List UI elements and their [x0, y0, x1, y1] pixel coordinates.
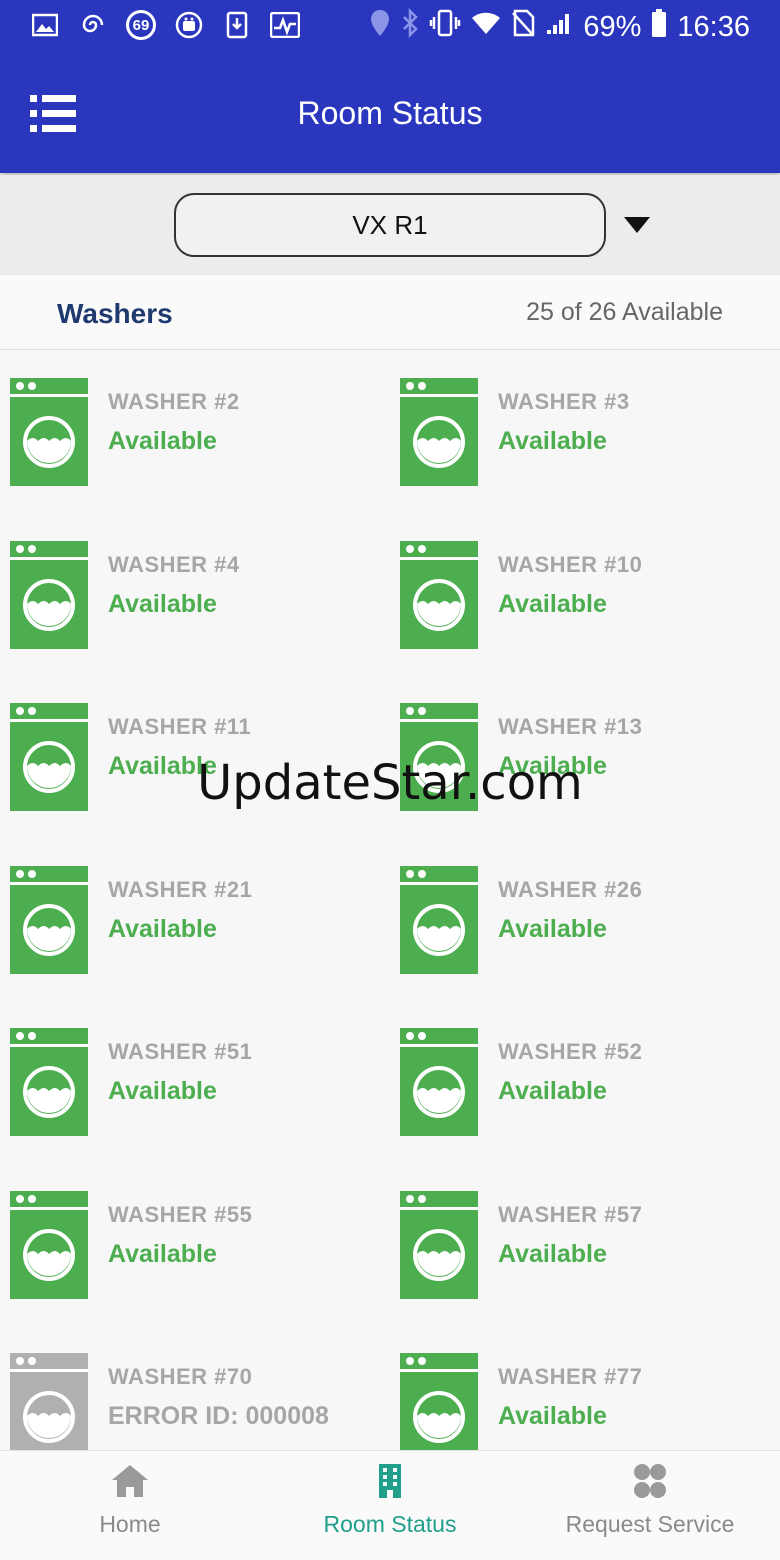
signal-icon: [545, 10, 573, 44]
machine-status: Available: [108, 1240, 217, 1268]
machine-card[interactable]: WASHER #10 Available: [390, 514, 770, 664]
section-title: Washers: [57, 298, 173, 329]
machine-name: WASHER #70: [108, 1364, 253, 1389]
building-icon: [370, 1463, 410, 1499]
room-select[interactable]: VX R1: [174, 193, 606, 257]
machine-card[interactable]: WASHER #52 Available: [390, 1001, 770, 1151]
machine-status: Available: [498, 427, 607, 455]
machine-card[interactable]: WASHER #26 Available: [390, 839, 770, 989]
machine-name: WASHER #2: [108, 389, 240, 414]
machine-status: Available: [498, 590, 607, 618]
clock: 16:36: [677, 10, 750, 43]
download-icon: [222, 10, 252, 40]
battery-percent: 69%: [583, 10, 642, 43]
vibrate-icon: [429, 8, 461, 46]
dropdown-arrow-icon[interactable]: [624, 217, 650, 233]
wifi-icon: [471, 10, 501, 44]
washer-icon: [400, 541, 478, 649]
machine-error-status: ERROR ID: 000008: [108, 1402, 329, 1430]
notification-count-badge: 69: [126, 10, 156, 40]
machine-card[interactable]: WASHER #13 Available: [390, 676, 770, 826]
swirl-icon: [78, 10, 108, 40]
machine-name: WASHER #21: [108, 877, 253, 902]
bottom-navigation: Home Room Status Request Service: [0, 1450, 780, 1560]
home-icon: [110, 1463, 150, 1499]
machine-card[interactable]: WASHER #4 Available: [0, 514, 380, 664]
machine-status: Available: [108, 1077, 217, 1105]
machine-card[interactable]: WASHER #2 Available: [0, 351, 380, 501]
machine-card[interactable]: WASHER #57 Available: [390, 1164, 770, 1314]
machine-name: WASHER #57: [498, 1202, 643, 1227]
machine-status: Available: [108, 427, 217, 455]
machine-name: WASHER #26: [498, 877, 643, 902]
nav-label: Home: [99, 1511, 161, 1537]
washer-icon: [400, 1028, 478, 1136]
machine-status: Available: [498, 1402, 607, 1430]
location-icon: [369, 8, 391, 46]
nav-home[interactable]: Home: [0, 1451, 260, 1560]
battery-icon: [651, 8, 667, 46]
machine-status: Available: [108, 590, 217, 618]
nav-room-status[interactable]: Room Status: [260, 1451, 520, 1560]
machine-card[interactable]: WASHER #55 Available: [0, 1164, 380, 1314]
washer-icon: [10, 378, 88, 486]
machine-status: Available: [108, 752, 217, 780]
washer-icon: [10, 1028, 88, 1136]
machine-status: Available: [498, 1077, 607, 1105]
machine-card[interactable]: WASHER #3 Available: [390, 351, 770, 501]
machine-name: WASHER #3: [498, 389, 630, 414]
washer-icon: [400, 1191, 478, 1299]
washer-error-icon: [10, 1353, 88, 1451]
gallery-icon: [30, 10, 60, 40]
notification-icons: 69: [30, 10, 300, 40]
washer-icon: [10, 541, 88, 649]
nav-label: Request Service: [565, 1511, 735, 1537]
app-bar: Room Status: [0, 55, 780, 173]
no-sim-icon: [511, 9, 535, 45]
machine-status: Available: [498, 1240, 607, 1268]
status-bar: 69 69% 16:36: [0, 0, 780, 55]
machine-name: WASHER #11: [108, 714, 252, 739]
washer-icon: [400, 378, 478, 486]
washers-section-header: Washers 25 of 26 Available: [0, 276, 780, 350]
page-title: Room Status: [297, 95, 483, 131]
washer-icon: [400, 1353, 478, 1451]
washer-icon: [10, 866, 88, 974]
machine-name: WASHER #4: [108, 552, 240, 577]
machine-card[interactable]: WASHER #77 Available: [390, 1326, 770, 1451]
machine-name: WASHER #51: [108, 1039, 253, 1064]
machine-status: Available: [498, 752, 607, 780]
machine-name: WASHER #77: [498, 1364, 643, 1389]
machine-card[interactable]: WASHER #21 Available: [0, 839, 380, 989]
activity-icon: [270, 10, 300, 40]
room-selector-bar: VX R1: [0, 175, 780, 275]
availability-count: 25 of 26 Available: [526, 298, 723, 326]
machine-name: WASHER #55: [108, 1202, 253, 1227]
washer-icon: [10, 703, 88, 811]
android-icon: [174, 10, 204, 40]
nav-request-service[interactable]: Request Service: [520, 1451, 780, 1560]
machine-status: Available: [108, 915, 217, 943]
system-indicators: 69% 16:36: [369, 7, 750, 46]
machine-name: WASHER #10: [498, 552, 643, 577]
machine-card[interactable]: WASHER #51 Available: [0, 1001, 380, 1151]
washer-icon: [400, 703, 478, 811]
room-select-value: VX R1: [352, 209, 428, 240]
bluetooth-icon: [401, 7, 419, 46]
machine-status: Available: [498, 915, 607, 943]
washer-icon: [10, 1191, 88, 1299]
washer-icon: [400, 866, 478, 974]
grid-four-icon: [630, 1463, 670, 1499]
machine-name: WASHER #13: [498, 714, 643, 739]
nav-label: Room Status: [323, 1511, 457, 1537]
machine-grid: WASHER #2 Available WASHER #3 Available …: [0, 351, 780, 1451]
machine-card[interactable]: WASHER #11 Available: [0, 676, 380, 826]
machine-card[interactable]: WASHER #70 ERROR ID: 000008: [0, 1326, 380, 1451]
machine-name: WASHER #52: [498, 1039, 643, 1064]
